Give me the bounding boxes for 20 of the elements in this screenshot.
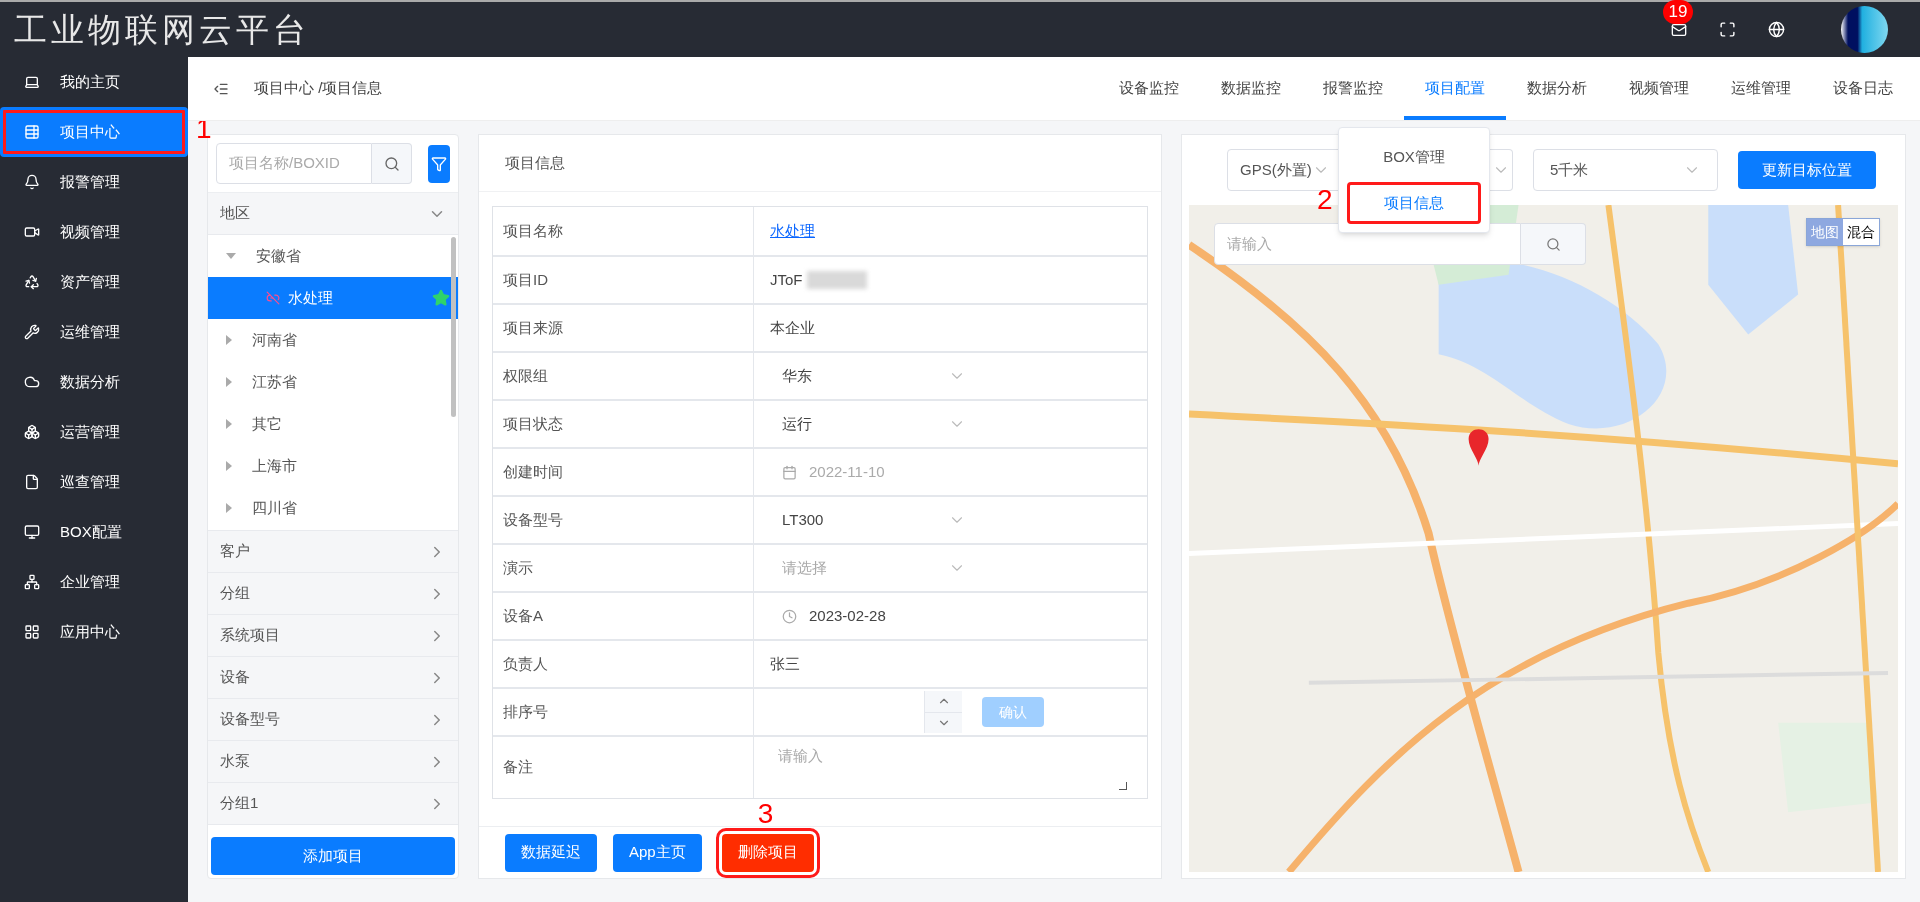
- field-label: 备注: [503, 757, 533, 778]
- panel-title: 项目信息: [505, 152, 565, 173]
- field-value: 张三: [769, 653, 801, 674]
- field-label: 权限组: [503, 365, 548, 386]
- field-label: 设备A: [503, 605, 543, 626]
- field-label: 演示: [503, 557, 533, 578]
- field-label: 项目名称: [503, 220, 563, 241]
- field-label: 设备型号: [503, 509, 563, 530]
- app-title: 工业物联网云平台: [14, 8, 310, 51]
- field-label: 项目状态: [503, 413, 563, 434]
- field-label: 排序号: [503, 701, 548, 722]
- field-value: JToF: [770, 269, 803, 290]
- field-label: 项目来源: [503, 317, 563, 338]
- field-label: 项目ID: [503, 269, 548, 290]
- field-value: 本企业: [769, 317, 816, 338]
- notification-badge: 19: [1663, 0, 1693, 24]
- field-label: 创建时间: [503, 461, 563, 482]
- annotation-number: 3: [757, 799, 774, 828]
- breadcrumb: 项目中心 /项目信息: [254, 78, 383, 99]
- field-label: 负责人: [503, 653, 548, 674]
